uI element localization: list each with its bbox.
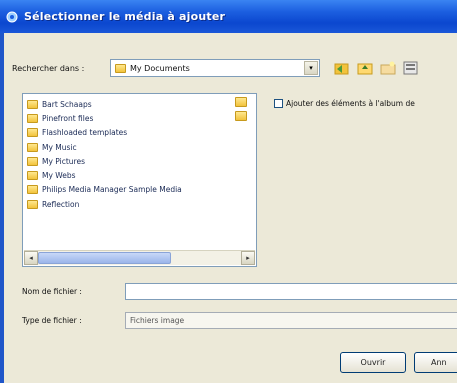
scrollbar-thumb[interactable] [38, 252, 171, 264]
window-title: Sélectionner le média à ajouter [24, 10, 226, 23]
look-in-combo[interactable]: My Documents ▾ [110, 59, 320, 77]
folder-icon [27, 156, 38, 166]
look-in-label: Rechercher dans : [12, 63, 85, 73]
look-in-row: Rechercher dans : My Documents ▾ [12, 56, 457, 80]
folder-icon [27, 99, 38, 109]
scroll-right-icon[interactable]: ▸ [241, 251, 255, 265]
folder-icon[interactable] [235, 97, 247, 107]
view-menu-icon[interactable] [403, 60, 419, 76]
folder-icon [27, 171, 38, 181]
scroll-left-icon[interactable]: ◂ [24, 251, 38, 265]
chevron-down-icon[interactable]: ▾ [304, 61, 318, 75]
filetype-row: Type de fichier : Fichiers image [22, 312, 457, 329]
filename-input[interactable] [125, 283, 457, 300]
filename-row: Nom de fichier : [22, 283, 457, 300]
add-to-album-label: Ajouter des éléments à l'album de [286, 99, 415, 108]
list-item[interactable]: My Pictures [27, 154, 256, 168]
list-item[interactable]: Reflection [27, 197, 256, 211]
add-to-album-checkbox[interactable] [274, 99, 283, 108]
file-dialog-window: Sélectionner le média à ajouter Recherch… [0, 0, 457, 383]
open-button[interactable]: Ouvrir [340, 352, 406, 373]
list-item[interactable]: My Webs [27, 168, 256, 182]
folder-icon [27, 185, 38, 195]
file-list-items: Bart Schaaps Pinefront files Flashloaded… [27, 97, 256, 211]
add-to-album-option[interactable]: Ajouter des éléments à l'album de [274, 99, 457, 108]
folder-icon [115, 63, 126, 73]
list-item[interactable]: Pinefront files [27, 111, 256, 125]
file-list[interactable]: Bart Schaaps Pinefront files Flashloaded… [22, 93, 257, 267]
up-folder-icon[interactable] [357, 60, 373, 76]
folder-icon[interactable] [235, 111, 247, 121]
folder-icon [27, 113, 38, 123]
new-folder-icon[interactable] [380, 60, 396, 76]
list-item[interactable]: Bart Schaaps [27, 97, 256, 111]
app-icon [6, 11, 18, 23]
toolbar [334, 60, 419, 76]
horizontal-scrollbar[interactable]: ◂ ▸ [24, 250, 255, 265]
filetype-label: Type de fichier : [22, 316, 82, 325]
folder-icon [27, 128, 38, 138]
title-bar[interactable]: Sélectionner le média à ajouter [0, 0, 457, 33]
back-icon[interactable] [334, 60, 350, 76]
list-item[interactable]: My Music [27, 140, 256, 154]
filetype-select[interactable]: Fichiers image [125, 312, 457, 329]
folder-icon [27, 199, 38, 209]
filetype-value: Fichiers image [130, 316, 185, 325]
folder-icon [27, 142, 38, 152]
filename-label: Nom de fichier : [22, 287, 82, 296]
list-item[interactable]: Flashloaded templates [27, 126, 256, 140]
cancel-button[interactable]: Ann [414, 352, 457, 373]
look-in-value: My Documents [130, 63, 190, 73]
list-item[interactable]: Philips Media Manager Sample Media [27, 183, 256, 197]
second-column-items [235, 97, 247, 121]
